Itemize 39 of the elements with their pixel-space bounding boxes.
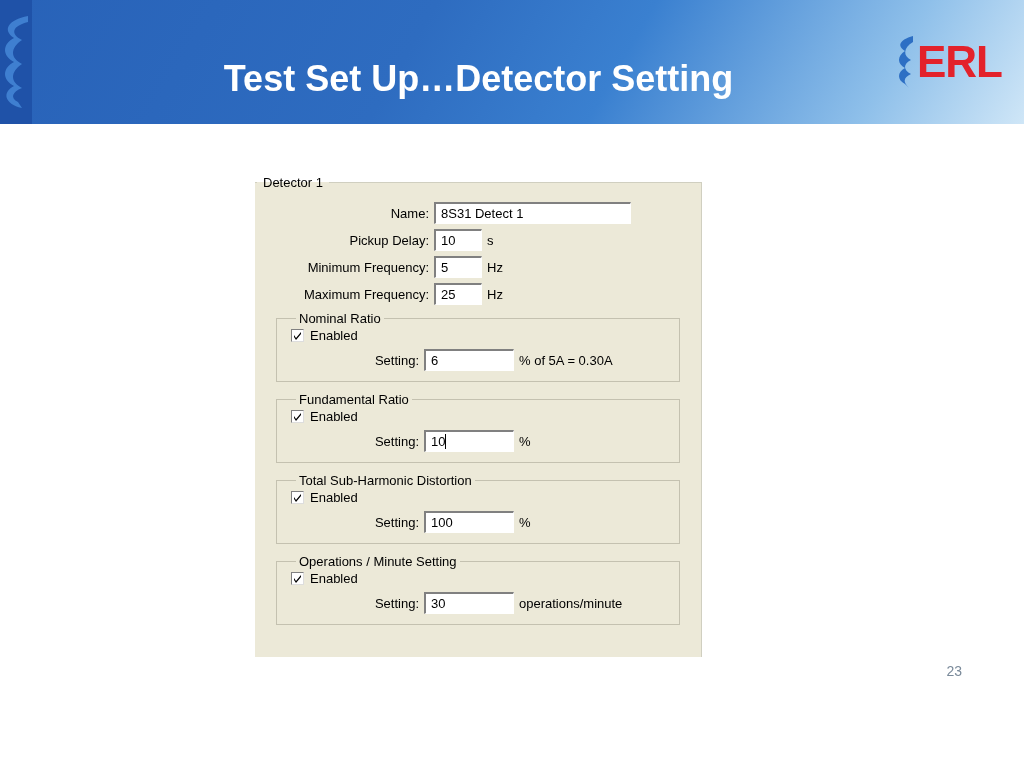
logo-text: ERL bbox=[917, 37, 1002, 87]
unit-label: % bbox=[519, 514, 531, 530]
text-field[interactable]: 10 bbox=[434, 229, 482, 251]
field-label: Setting: bbox=[373, 514, 419, 530]
text-field[interactable]: 10 bbox=[424, 430, 514, 452]
slide-title: Test Set Up…Detector Setting bbox=[222, 58, 735, 101]
field-label: Setting: bbox=[373, 595, 419, 611]
checkbox-label: Enabled bbox=[310, 570, 358, 586]
group-title: Nominal Ratio bbox=[298, 311, 382, 326]
field-label: Pickup Delay: bbox=[348, 232, 429, 248]
checkbox[interactable] bbox=[291, 490, 304, 504]
checkbox-label: Enabled bbox=[310, 489, 358, 505]
unit-label: s bbox=[487, 232, 494, 248]
unit-label: Hz bbox=[487, 259, 503, 275]
unit-label: % of 5A = 0.30A bbox=[519, 352, 613, 368]
text-field[interactable]: 5 bbox=[434, 256, 482, 278]
text-field[interactable]: 100 bbox=[424, 511, 514, 533]
group-title: Detector 1 bbox=[262, 175, 324, 190]
unit-label: Hz bbox=[487, 286, 503, 302]
text-field[interactable]: 8S31 Detect 1 bbox=[434, 202, 631, 224]
field-label: Minimum Frequency: bbox=[306, 259, 429, 275]
checkbox-label: Enabled bbox=[310, 408, 358, 424]
checkbox-label: Enabled bbox=[310, 327, 358, 343]
unit-label: % bbox=[519, 433, 531, 449]
unit-label: operations/minute bbox=[519, 595, 623, 611]
group-title: Fundamental Ratio bbox=[298, 392, 410, 407]
field-label: Maximum Frequency: bbox=[303, 286, 429, 302]
field-label: Name: bbox=[389, 205, 429, 221]
field-label: Setting: bbox=[373, 352, 419, 368]
field-label: Setting: bbox=[373, 433, 419, 449]
group-title: Operations / Minute Setting bbox=[298, 554, 458, 569]
page-number: 23 bbox=[946, 663, 962, 679]
text-field[interactable]: 30 bbox=[424, 592, 514, 614]
checkbox[interactable] bbox=[291, 409, 304, 423]
group-title: Total Sub-Harmonic Distortion bbox=[298, 473, 473, 488]
text-field[interactable]: 25 bbox=[434, 283, 482, 305]
checkbox[interactable] bbox=[291, 328, 304, 342]
text-field[interactable]: 6 bbox=[424, 349, 514, 371]
checkbox[interactable] bbox=[291, 571, 304, 585]
